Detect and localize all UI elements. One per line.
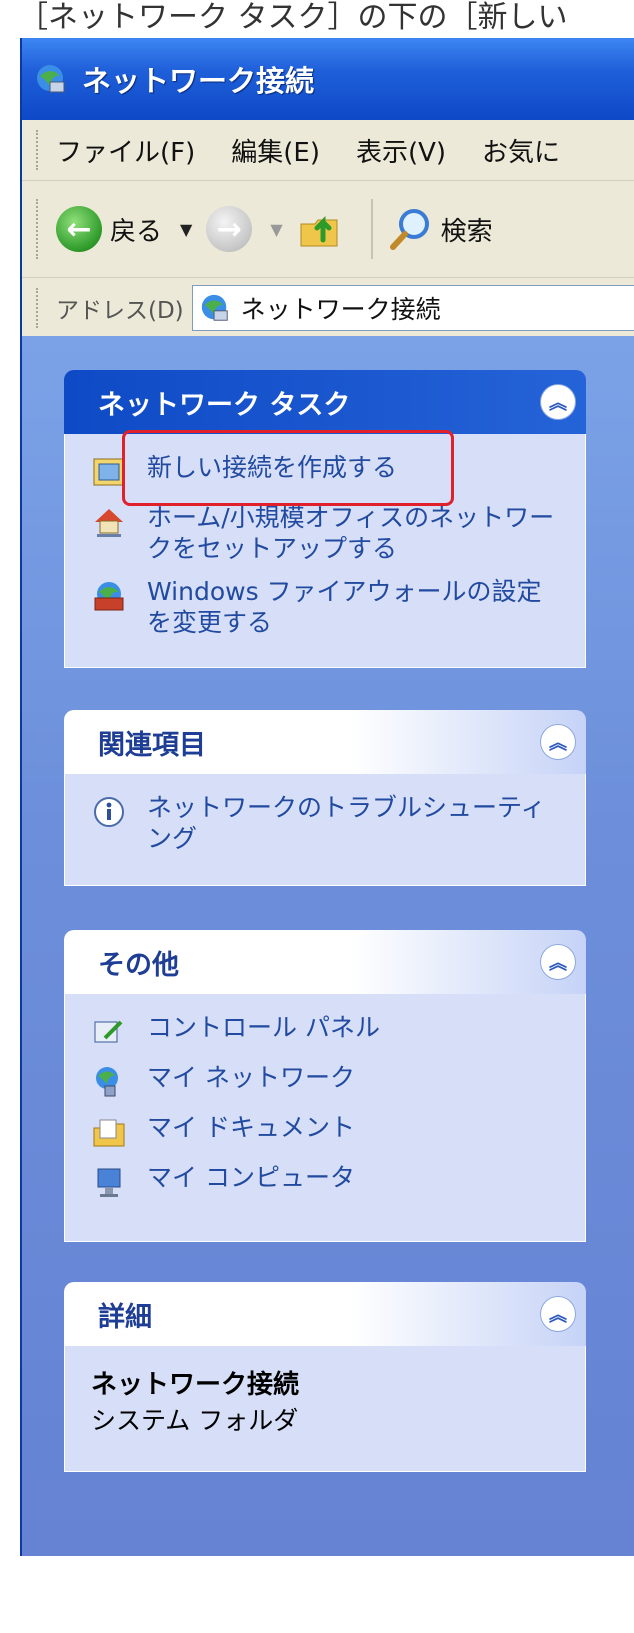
place-my-documents[interactable]: マイ ドキュメント [91, 1112, 565, 1150]
search-label: 検索 [440, 216, 493, 247]
place-control-panel[interactable]: コントロール パネル [91, 1012, 565, 1050]
task-label: ホーム/小規模オフィスのネットワークをセットアップする [147, 503, 555, 563]
details-title: 詳細 [98, 1301, 152, 1333]
details-item-type: システム フォルダ [91, 1406, 299, 1435]
address-label: アドレス(D) [56, 298, 184, 324]
menu-edit[interactable]: 編集(E) [231, 132, 320, 169]
network-tasks-title: ネットワーク タスク [98, 389, 351, 421]
other-places-title: その他 [98, 949, 179, 981]
firewall-icon [94, 582, 124, 611]
details-body: ネットワーク接続 システム フォルダ [64, 1346, 586, 1472]
other-places-header[interactable]: その他 ︽ [64, 930, 586, 994]
place-label: マイ コンピュータ [147, 1163, 355, 1192]
address-grip [36, 288, 42, 328]
details-header[interactable]: 詳細 ︽ [64, 1282, 586, 1346]
up-folder-icon [300, 215, 338, 247]
collapse-chevron-icon[interactable]: ︽ [540, 384, 576, 420]
collapse-chevron-icon[interactable]: ︽ [540, 724, 576, 760]
related-title: 関連項目 [98, 729, 206, 761]
place-label: コントロール パネル [147, 1013, 380, 1042]
task-troubleshooting[interactable]: ネットワークのトラブルシューティング [91, 792, 565, 854]
up-folder-button[interactable] [297, 206, 343, 252]
network-tasks-panel: ネットワーク タスク ︽ 新しい接続を作成する ホーム/小規模オフィスのネットワ… [64, 370, 586, 668]
back-label: 戻る [110, 216, 163, 247]
place-my-computer[interactable]: マイ コンピュータ [91, 1162, 565, 1200]
task-firewall-settings[interactable]: Windows ファイアウォールの設定を変更する [91, 576, 565, 638]
network-tasks-header[interactable]: ネットワーク タスク ︽ [64, 370, 586, 434]
related-header[interactable]: 関連項目 ︽ [64, 710, 586, 774]
back-dropdown-icon[interactable]: ▼ [180, 220, 192, 239]
explorer-window: ネットワーク接続 ファイル(F) 編集(E) 表示(V) お気に ← 戻る ▼ … [20, 38, 634, 1556]
menu-view[interactable]: 表示(V) [356, 132, 446, 169]
toolbar: ← 戻る ▼ → ▼ 検索 [22, 181, 634, 278]
search-icon [389, 209, 429, 250]
address-value: ネットワーク接続 [240, 295, 441, 324]
menu-file[interactable]: ファイル(F) [56, 132, 195, 169]
info-icon [94, 797, 124, 827]
toolbar-separator [370, 199, 373, 259]
title-bar: ネットワーク接続 [22, 38, 634, 120]
place-label: マイ ネットワーク [147, 1063, 355, 1092]
control-panel-icon [94, 1020, 123, 1043]
details-panel: 詳細 ︽ ネットワーク接続 システム フォルダ [64, 1282, 586, 1472]
other-places-body: コントロール パネル マイ ネットワーク マイ ドキュメント マイ コンピュータ [64, 994, 586, 1242]
menu-grip [36, 130, 42, 170]
other-places-panel: その他 ︽ コントロール パネル マイ ネットワーク マイ ドキュメント マイ … [64, 930, 586, 1242]
my-network-icon [96, 1067, 118, 1097]
window-title: ネットワーク接続 [82, 64, 315, 98]
forward-arrow-icon: → [206, 206, 253, 252]
related-panel: 関連項目 ︽ ネットワークのトラブルシューティング [64, 710, 586, 886]
my-documents-icon [93, 1119, 125, 1147]
menu-favorites[interactable]: お気に [482, 132, 560, 169]
task-pane: ネットワーク タスク ︽ 新しい接続を作成する ホーム/小規模オフィスのネットワ… [22, 336, 634, 1556]
task-label: Windows ファイアウォールの設定を変更する [147, 577, 542, 637]
task-setup-home-network[interactable]: ホーム/小規模オフィスのネットワークをセットアップする [91, 502, 565, 564]
network-connections-icon [201, 294, 228, 321]
network-connections-icon [37, 65, 65, 93]
back-button[interactable]: ← 戻る ▼ [56, 206, 192, 252]
address-bar: アドレス(D) ネットワーク接続 [22, 278, 634, 339]
my-computer-icon [97, 1168, 121, 1197]
place-my-network[interactable]: マイ ネットワーク [91, 1062, 565, 1100]
menu-bar: ファイル(F) 編集(E) 表示(V) お気に [22, 120, 634, 181]
back-arrow-icon: ← [56, 206, 102, 252]
task-label: ネットワークのトラブルシューティング [147, 793, 546, 853]
related-body: ネットワークのトラブルシューティング [64, 774, 586, 886]
collapse-chevron-icon[interactable]: ︽ [540, 1296, 576, 1332]
home-network-icon [95, 509, 123, 537]
highlight-box [122, 430, 454, 506]
address-input[interactable]: ネットワーク接続 [191, 285, 634, 331]
forward-dropdown-icon[interactable]: ▼ [270, 220, 282, 239]
forward-button[interactable]: → ▼ [206, 206, 283, 252]
search-button[interactable]: 検索 [387, 206, 493, 252]
collapse-chevron-icon[interactable]: ︽ [540, 944, 576, 980]
place-label: マイ ドキュメント [147, 1113, 355, 1142]
caption-text: ［ネットワーク タスク］の下の［新しい [18, 0, 568, 35]
details-item-name: ネットワーク接続 [91, 1370, 300, 1400]
toolbar-grip [36, 199, 42, 259]
